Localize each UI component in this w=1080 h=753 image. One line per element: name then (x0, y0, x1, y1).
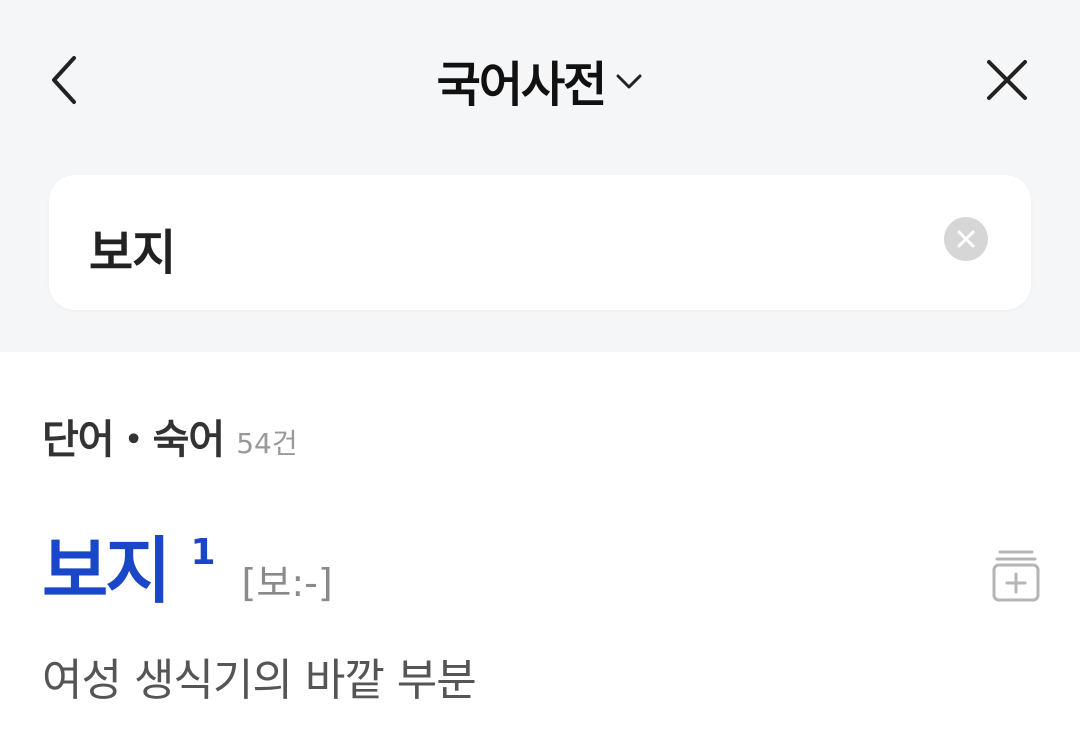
result-count: 54건 (236, 427, 298, 460)
close-button[interactable] (976, 50, 1038, 110)
entry-headword[interactable]: 보지 (42, 528, 171, 614)
clear-search-button[interactable] (944, 217, 988, 261)
pronunciation: [보:-] (241, 561, 333, 605)
search-input[interactable]: 보지 (89, 213, 176, 283)
chevron-down-icon (615, 73, 643, 91)
dictionary-selector[interactable]: 국어사전 (0, 44, 1080, 116)
add-to-wordbook-button[interactable] (990, 548, 1042, 604)
search-field[interactable]: 보지 (49, 175, 1031, 310)
close-icon (987, 60, 1027, 100)
section-header: 단어・숙어 54건 (42, 407, 298, 465)
entry-definition: 여성 생식기의 바깥 부분 (42, 655, 477, 706)
entry-headword-row: 보지 1 [보:-] (42, 528, 333, 614)
top-area: 국어사전 보지 (0, 0, 1080, 352)
section-title: 단어・숙어 (42, 417, 225, 463)
page-title: 국어사전 (436, 57, 608, 113)
clear-circle-icon (957, 230, 975, 248)
add-to-wordbook-icon (992, 550, 1040, 602)
homonym-number: 1 (190, 532, 216, 573)
